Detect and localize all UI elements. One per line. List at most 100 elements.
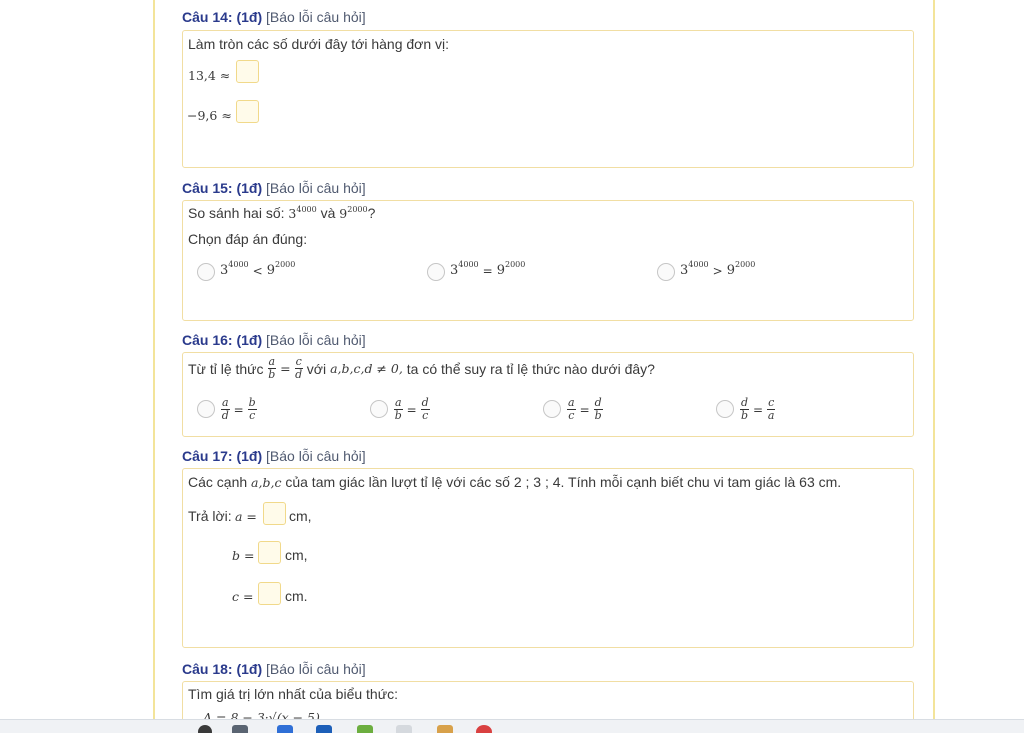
q17-report-link[interactable]: [Báo lỗi câu hỏi] <box>266 448 366 464</box>
q16-option-2[interactable]: a b = d c <box>394 397 430 422</box>
q16-frac1-den: b <box>268 368 276 381</box>
q16-opt3-r-den: b <box>594 409 602 422</box>
q16-opt3-eq: = <box>579 402 590 417</box>
taskbar <box>0 719 1024 733</box>
q16-opt1-eq: = <box>233 402 244 417</box>
q15-and: và <box>316 205 340 221</box>
q14-box: Làm tròn các số dưới đây tới hàng đơn vị… <box>182 30 914 168</box>
q15-option-2-radio[interactable] <box>427 263 445 281</box>
q15-prompt: So sánh hai số: 34000 và 92000? <box>188 205 375 221</box>
search-icon[interactable] <box>198 725 212 733</box>
q17-header: Câu 17: (1đ) [Báo lỗi câu hỏi] <box>182 448 366 464</box>
q16-option-3-radio[interactable] <box>543 400 561 418</box>
q16-opt2-eq: = <box>406 402 417 417</box>
q15-opt3-e2: 2000 <box>734 260 756 269</box>
q15-option-2[interactable]: 3 4000 = 9 2000 <box>450 260 526 278</box>
q14-title: Câu 14: (1đ) <box>182 9 263 25</box>
q16-opt4-l-den: b <box>741 409 749 422</box>
file-explorer-icon[interactable] <box>277 725 293 733</box>
q16-prompt-a: Từ tỉ lệ thức <box>188 360 264 377</box>
q15-opt2-e2: 2000 <box>504 260 526 269</box>
q16-title: Câu 16: (1đ) <box>182 332 263 348</box>
q16-option-2-radio[interactable] <box>370 400 388 418</box>
q16-frac-2: cd <box>294 356 303 381</box>
q17-b-label: b = <box>232 548 255 563</box>
q14-answer-input-1[interactable] <box>236 60 259 83</box>
q15-opt2-op: = <box>482 263 493 278</box>
q14-prompt: Làm tròn các số dưới đây tới hàng đơn vị… <box>188 36 450 52</box>
q15-exp1: 4000 <box>296 205 317 214</box>
paint-icon[interactable] <box>437 725 453 733</box>
q16-option-4-radio[interactable] <box>716 400 734 418</box>
browser-icon[interactable] <box>476 725 492 733</box>
q15-opt1-b2: 9 <box>266 263 275 278</box>
q14-line1-label: 13,4 ≈ <box>188 68 231 83</box>
q16-opt1-r-den: c <box>249 409 256 422</box>
q14-answer-input-2[interactable] <box>236 100 259 123</box>
q16-prompt-b: với <box>306 360 327 377</box>
q16-opt4-eq: = <box>753 402 764 417</box>
q16-opt3-l-den: c <box>568 409 575 422</box>
q15-report-link[interactable]: [Báo lỗi câu hỏi] <box>266 180 366 196</box>
q18-prompt: Tìm giá trị lớn nhất của biểu thức: <box>188 686 398 702</box>
q16-option-4[interactable]: d b = c a <box>740 397 776 422</box>
q16-opt4-r-den: a <box>767 409 775 422</box>
q15-opt1-op: < <box>252 263 263 278</box>
q15-header: Câu 15: (1đ) [Báo lỗi câu hỏi] <box>182 180 366 196</box>
q16-frac2-den: d <box>295 368 303 381</box>
q18-title: Câu 18: (1đ) <box>182 661 263 677</box>
q14-report-link[interactable]: [Báo lỗi câu hỏi] <box>266 9 366 25</box>
q15-option-1[interactable]: 3 4000 <9 2000 <box>220 260 296 278</box>
q17-b-unit: cm, <box>285 547 308 563</box>
q15-opt1-e2: 2000 <box>274 260 296 269</box>
q17-prompt: Các cạnh a,b,c của tam giác lần lượt tỉ … <box>188 474 841 490</box>
q15-opt3-e1: 4000 <box>688 260 709 269</box>
q16-option-1[interactable]: a d = b c <box>221 397 257 422</box>
app-icon[interactable] <box>357 725 373 733</box>
q16-option-3[interactable]: a c = d b <box>567 397 603 422</box>
q17-title: Câu 17: (1đ) <box>182 448 263 464</box>
q16-prompt: Từ tỉ lệ thức ab = cd với a,b,c,d ≠ 0, t… <box>188 356 655 381</box>
q15-option-1-radio[interactable] <box>197 263 215 281</box>
q16-prompt-c: ta có thể suy ra tỉ lệ thức nào dưới đây… <box>406 360 655 377</box>
store-icon[interactable] <box>316 725 332 733</box>
task-view-icon[interactable] <box>232 725 248 733</box>
q15-opt2-b2: 9 <box>496 263 505 278</box>
q17-c-input[interactable] <box>258 582 281 605</box>
q15-opt3-b2: 9 <box>726 263 735 278</box>
q16-header: Câu 16: (1đ) [Báo lỗi câu hỏi] <box>182 332 366 348</box>
q16-condition: a,b,c,d ≠ 0, <box>330 361 403 376</box>
document-icon[interactable] <box>396 725 412 733</box>
q15-opt1-e1: 4000 <box>228 260 249 269</box>
q17-b-input[interactable] <box>258 541 281 564</box>
q15-option-3[interactable]: 3 4000 >9 2000 <box>680 260 756 278</box>
q16-opt1-l-den: d <box>221 409 229 422</box>
q15-title: Câu 15: (1đ) <box>182 180 263 196</box>
q15-opt2-b1: 3 <box>450 263 459 278</box>
q16-option-1-radio[interactable] <box>197 400 215 418</box>
q16-opt2-r-den: c <box>422 409 429 422</box>
q17-a-unit: cm, <box>289 508 312 524</box>
q18-report-link[interactable]: [Báo lỗi câu hỏi] <box>266 661 366 677</box>
q17-prompt-a: Các cạnh <box>188 474 248 490</box>
q15-opt3-op: > <box>712 263 723 278</box>
q17-a-label: a = <box>235 509 257 524</box>
q17-answer-label: Trả lời: <box>188 508 232 524</box>
q15-box: So sánh hai số: 34000 và 92000? Chọn đáp… <box>182 200 914 321</box>
q15-opt1-b1: 3 <box>220 263 229 278</box>
q17-box: Các cạnh a,b,c của tam giác lần lượt tỉ … <box>182 468 914 648</box>
q15-choose-label: Chọn đáp án đúng: <box>188 231 308 247</box>
q17-c-unit: cm. <box>285 588 308 604</box>
q16-report-link[interactable]: [Báo lỗi câu hỏi] <box>266 332 366 348</box>
q15-opt2-e1: 4000 <box>458 260 479 269</box>
q16-opt2-l-den: b <box>394 409 402 422</box>
q16-eq: = <box>280 361 291 376</box>
q17-prompt-b: của tam giác lần lượt tỉ lệ với các số 2… <box>285 474 842 490</box>
q15-opt3-b1: 3 <box>680 263 689 278</box>
q16-box: Từ tỉ lệ thức ab = cd với a,b,c,d ≠ 0, t… <box>182 352 914 437</box>
q14-header: Câu 14: (1đ) [Báo lỗi câu hỏi] <box>182 9 366 25</box>
q15-option-3-radio[interactable] <box>657 263 675 281</box>
q17-vars: a,b,c <box>251 475 282 490</box>
q17-a-input[interactable] <box>263 502 286 525</box>
q15-qmark: ? <box>367 205 376 221</box>
